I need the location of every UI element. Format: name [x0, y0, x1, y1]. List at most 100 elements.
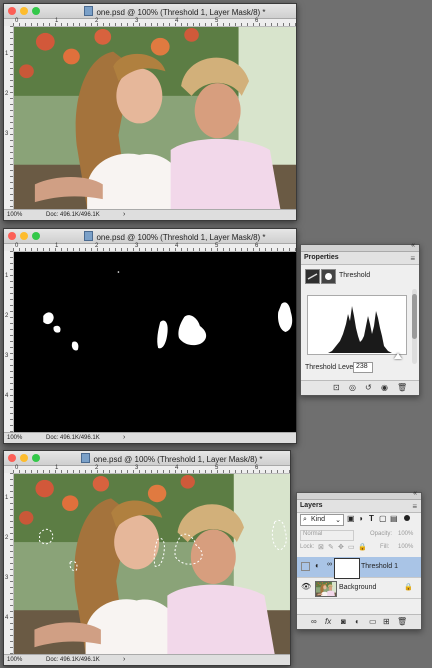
zoom-button[interactable] — [32, 232, 40, 240]
fill-field[interactable]: 100% — [398, 544, 413, 550]
opacity-field[interactable]: 100% — [398, 531, 413, 537]
filter-adjustment-icon[interactable]: ◑ — [358, 514, 363, 523]
lock-row: Lock: ⊠ ✎ ✥ ▭ 🔒 Fill: 100% — [300, 543, 418, 553]
document-window-2[interactable]: one.psd @ 100% (Threshold 1, Layer Mask/… — [3, 228, 297, 444]
filter-toggle-icon[interactable] — [404, 515, 410, 521]
trash-icon[interactable]: 🗑 — [397, 383, 407, 392]
ruler-vertical[interactable]: 1 2 3 4 — [4, 473, 14, 654]
title-bar[interactable]: one.psd @ 100% (Threshold 1, Layer Mask/… — [4, 451, 290, 466]
clip-to-layer-icon[interactable]: ⊡ — [333, 383, 340, 392]
tab-properties[interactable]: Properties ≡ — [301, 252, 419, 265]
new-adjustment-icon[interactable]: ◐ — [355, 617, 360, 626]
filter-shape-icon[interactable]: ▢ — [379, 514, 387, 523]
threshold-mask — [14, 252, 296, 432]
filter-pixel-icon[interactable]: ▣ — [347, 514, 355, 523]
collapse-icon[interactable]: « — [413, 490, 417, 497]
layer-name[interactable]: Threshold 1 — [361, 563, 398, 570]
title-bar[interactable]: one.psd @ 100% (Threshold 1, Layer Mask/… — [4, 4, 296, 19]
close-button[interactable] — [8, 232, 16, 240]
ruler-vertical[interactable]: 1 2 3 — [4, 26, 14, 209]
ruler-horizontal[interactable]: 0 1 2 3 4 5 6 — [13, 243, 296, 252]
trash-icon[interactable]: 🗑 — [397, 617, 407, 626]
layers-panel[interactable]: « Layers ≡ ⌕ Kind ⌄ ▣ ◑ T ▢ ▤ Normal Opa… — [296, 490, 422, 630]
reset-icon[interactable]: ↺ — [365, 383, 372, 392]
ruler-vertical[interactable]: 1 2 3 4 — [4, 251, 14, 432]
layer-mask-thumbnail[interactable] — [334, 558, 360, 579]
ruler-label: 6 — [255, 243, 259, 249]
window-title: one.psd @ 100% (Threshold 1, Layer Mask/… — [96, 8, 266, 17]
filter-type-icon[interactable]: T — [369, 514, 374, 523]
collapse-icon[interactable]: « — [411, 242, 415, 249]
document-window-1[interactable]: one.psd @ 100% (Threshold 1, Layer Mask/… — [3, 3, 297, 221]
visibility-toggle[interactable] — [301, 562, 310, 571]
layer-style-icon[interactable]: fx — [325, 617, 331, 626]
document-icon — [81, 453, 91, 463]
mask-icon[interactable] — [321, 269, 336, 284]
ruler-label: 1 — [5, 273, 9, 279]
close-button[interactable] — [8, 7, 16, 15]
ruler-label: 4 — [175, 18, 179, 24]
tab-layers[interactable]: Layers ≡ — [297, 500, 421, 513]
eye-icon[interactable]: 👁 — [301, 582, 311, 591]
lock-artboard-icon[interactable]: ▭ — [348, 543, 355, 551]
lock-pixels-icon[interactable]: ✎ — [328, 543, 334, 551]
layer-row-background[interactable]: 👁 Background 🔒 — [297, 578, 421, 599]
properties-panel[interactable]: « Properties ≡ Threshold Threshold Level… — [300, 242, 420, 396]
status-menu-icon[interactable]: › — [123, 656, 125, 663]
new-layer-icon[interactable]: ⊞ — [383, 617, 390, 626]
kind-label: Kind — [311, 516, 326, 523]
minimize-button[interactable] — [20, 454, 28, 462]
add-mask-icon[interactable]: ◙ — [341, 617, 346, 626]
ruler-label: 3 — [135, 243, 139, 249]
image-canvas[interactable] — [14, 27, 296, 209]
adjustment-name: Threshold — [339, 272, 371, 279]
lock-transparent-icon[interactable]: ⊠ — [318, 543, 324, 551]
layer-name[interactable]: Background — [339, 584, 376, 591]
ruler-label: 1 — [5, 51, 9, 57]
panel-menu-icon[interactable]: ≡ — [410, 254, 415, 263]
ruler-label: 2 — [5, 313, 9, 319]
image-canvas-selection[interactable] — [14, 474, 290, 654]
minimize-button[interactable] — [20, 7, 28, 15]
panel-menu-icon[interactable]: ≡ — [412, 502, 417, 511]
ruler-label: 2 — [95, 465, 99, 471]
panel-top-bar[interactable]: « — [301, 242, 419, 252]
document-icon — [84, 6, 94, 16]
close-button[interactable] — [8, 454, 16, 462]
link-icon[interactable]: ∞ — [327, 561, 332, 568]
title-bar[interactable]: one.psd @ 100% (Threshold 1, Layer Mask/… — [4, 229, 296, 244]
status-menu-icon[interactable]: › — [123, 211, 125, 218]
photo-couple — [14, 27, 296, 209]
status-bar: 100% Doc: 496.1K/496.1K › — [4, 432, 296, 443]
filter-smart-object-icon[interactable]: ▤ — [390, 514, 398, 523]
threshold-level-field[interactable]: 238 — [353, 362, 373, 373]
new-group-icon[interactable]: ▭ — [369, 617, 377, 626]
status-bar: 100% Doc: 496.1K/496.1K › — [4, 654, 290, 665]
scroll-thumb[interactable] — [412, 294, 417, 339]
zoom-level[interactable]: 100% — [7, 212, 22, 218]
status-menu-icon[interactable]: › — [123, 434, 125, 441]
threshold-mask-canvas[interactable] — [14, 252, 296, 432]
lock-all-icon[interactable]: 🔒 — [358, 543, 367, 551]
ruler-horizontal[interactable]: 0 1 2 3 4 5 6 — [13, 465, 290, 474]
panel-top-bar[interactable]: « — [297, 490, 421, 500]
adjustment-layer-icon: ◐ — [315, 561, 320, 570]
link-layers-icon[interactable]: ∞ — [311, 617, 317, 626]
view-previous-icon[interactable]: ◎ — [349, 383, 356, 392]
zoom-level[interactable]: 100% — [7, 435, 22, 441]
lock-position-icon[interactable]: ✥ — [338, 543, 344, 551]
properties-scrollbar[interactable] — [412, 289, 417, 364]
visibility-icon[interactable]: ◉ — [381, 383, 388, 392]
ruler-label: 3 — [135, 18, 139, 24]
minimize-button[interactable] — [20, 232, 28, 240]
zoom-level[interactable]: 100% — [7, 657, 22, 663]
zoom-button[interactable] — [32, 454, 40, 462]
threshold-slider-handle[interactable] — [394, 353, 403, 359]
zoom-button[interactable] — [32, 7, 40, 15]
blend-mode-select[interactable]: Normal — [300, 530, 354, 541]
ruler-horizontal[interactable]: 0 1 2 3 4 5 6 — [13, 18, 296, 27]
threshold-adjustment-icon[interactable] — [305, 269, 320, 284]
document-window-3[interactable]: one.psd @ 100% (Threshold 1, Layer Mask/… — [3, 450, 291, 666]
layer-row-threshold[interactable]: ◐ ∞ Threshold 1 — [297, 557, 421, 579]
kind-filter-select[interactable]: ⌕ Kind ⌄ — [300, 514, 344, 526]
